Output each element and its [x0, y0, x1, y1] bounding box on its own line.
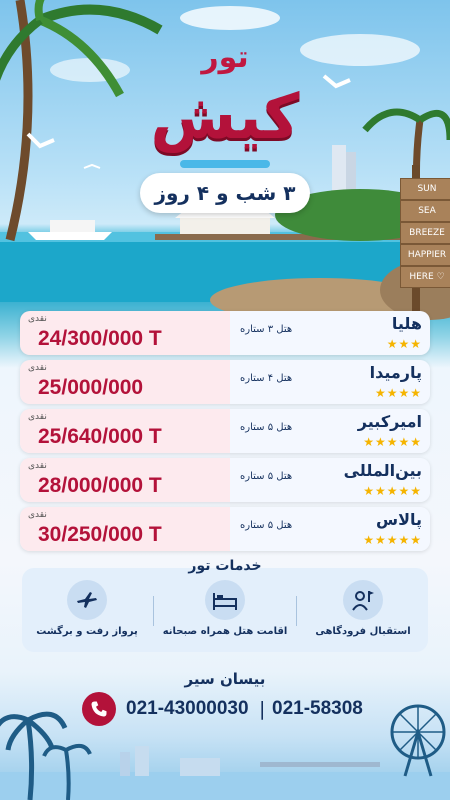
- coastal-skyline: [0, 704, 450, 800]
- price-value: 25/000/000: [38, 376, 144, 399]
- sign-breeze: BREEZE: [400, 222, 450, 244]
- divider: [153, 596, 154, 626]
- price-cell: نقدی 25/000/000: [20, 360, 230, 404]
- service-flight: پرواز رفت و برگشت: [22, 580, 152, 637]
- hotel-rating: هتل ۵ ستاره: [240, 520, 293, 531]
- star-icons: ★★★★: [374, 386, 422, 400]
- star-icons: ★★★★★: [363, 435, 422, 449]
- hotel-rating: هتل ۵ ستاره: [240, 422, 293, 433]
- hotel-row[interactable]: نقدی 30/250/000 T پالاس هتل ۵ ستاره ★★★★…: [20, 507, 430, 551]
- hotel-name: هلیا: [391, 314, 422, 333]
- price-label: نقدی: [28, 510, 47, 520]
- price-value: 28/000/000 T: [38, 474, 162, 497]
- hotel-rating: هتل ۴ ستاره: [240, 373, 293, 384]
- star-icons: ★★★★★: [363, 484, 422, 498]
- hotel-name: پارمیدا: [369, 363, 422, 382]
- title-underline: [180, 160, 270, 168]
- hotel-row[interactable]: نقدی 25/000/000 پارمیدا هتل ۴ ستاره ★★★★: [20, 360, 430, 404]
- hotel-row[interactable]: نقدی 25/640/000 T امیرکبیر هتل ۵ ستاره ★…: [20, 409, 430, 453]
- airplane-icon: [67, 580, 107, 620]
- price-label: نقدی: [28, 461, 47, 471]
- agency-name: بیسان سیر: [184, 670, 266, 688]
- service-greeting: استقبال فرودگاهی: [298, 580, 428, 637]
- star-icons: ★★★★★: [363, 533, 422, 547]
- hotel-rating: هتل ۵ ستاره: [240, 471, 293, 482]
- sign-sea: SEA: [400, 200, 450, 222]
- poster: SUN SEA BREEZE HAPPIER HERE ♡ تور کیش ۳ …: [0, 0, 450, 800]
- price-cell: نقدی 24/300/000 T: [20, 311, 230, 355]
- services-title: خدمات تور: [188, 558, 262, 574]
- hotel-cell: پارمیدا هتل ۴ ستاره ★★★★: [230, 360, 430, 404]
- hotel-cell: امیرکبیر هتل ۵ ستاره ★★★★★: [230, 409, 430, 453]
- title-kish: کیش: [150, 80, 300, 153]
- price-label: نقدی: [28, 412, 47, 422]
- greeter-flag-icon: [343, 580, 383, 620]
- hotel-name: بین‌المللی: [343, 461, 422, 480]
- hotel-rating: هتل ۳ ستاره: [240, 324, 293, 335]
- hotel-cell: هلیا هتل ۳ ستاره ★★★: [230, 311, 430, 355]
- title-tour: تور: [201, 40, 249, 75]
- divider: [296, 596, 297, 626]
- price-value: 30/250/000 T: [38, 523, 162, 546]
- hotel-name: پالاس: [375, 510, 422, 529]
- star-icons: ★★★: [386, 337, 422, 351]
- price-label: نقدی: [28, 314, 47, 324]
- service-hotel: اقامت هتل همراه صبحانه: [160, 580, 290, 637]
- service-label: استقبال فرودگاهی: [315, 626, 411, 637]
- price-label: نقدی: [28, 363, 47, 373]
- price-cell: نقدی 30/250/000 T: [20, 507, 230, 551]
- bed-icon: [205, 580, 245, 620]
- price-cell: نقدی 28/000/000 T: [20, 458, 230, 502]
- hotel-name: امیرکبیر: [357, 412, 422, 431]
- hotel-cell: پالاس هتل ۵ ستاره ★★★★★: [230, 507, 430, 551]
- sign-happier: HAPPIER: [400, 244, 450, 266]
- duration-badge: ۳ شب و ۴ روز: [140, 173, 310, 213]
- hotel-cell: بین‌المللی هتل ۵ ستاره ★★★★★: [230, 458, 430, 502]
- price-value: 24/300/000 T: [38, 327, 162, 350]
- hotel-row[interactable]: نقدی 28/000/000 T بین‌المللی هتل ۵ ستاره…: [20, 458, 430, 502]
- sign-here: HERE ♡: [400, 266, 450, 288]
- price-value: 25/640/000 T: [38, 425, 162, 448]
- hotel-row[interactable]: نقدی 24/300/000 T هلیا هتل ۳ ستاره ★★★: [20, 311, 430, 355]
- price-cell: نقدی 25/640/000 T: [20, 409, 230, 453]
- service-label: اقامت هتل همراه صبحانه: [162, 626, 288, 637]
- sign-sun: SUN: [400, 178, 450, 200]
- service-label: پرواز رفت و برگشت: [36, 626, 138, 637]
